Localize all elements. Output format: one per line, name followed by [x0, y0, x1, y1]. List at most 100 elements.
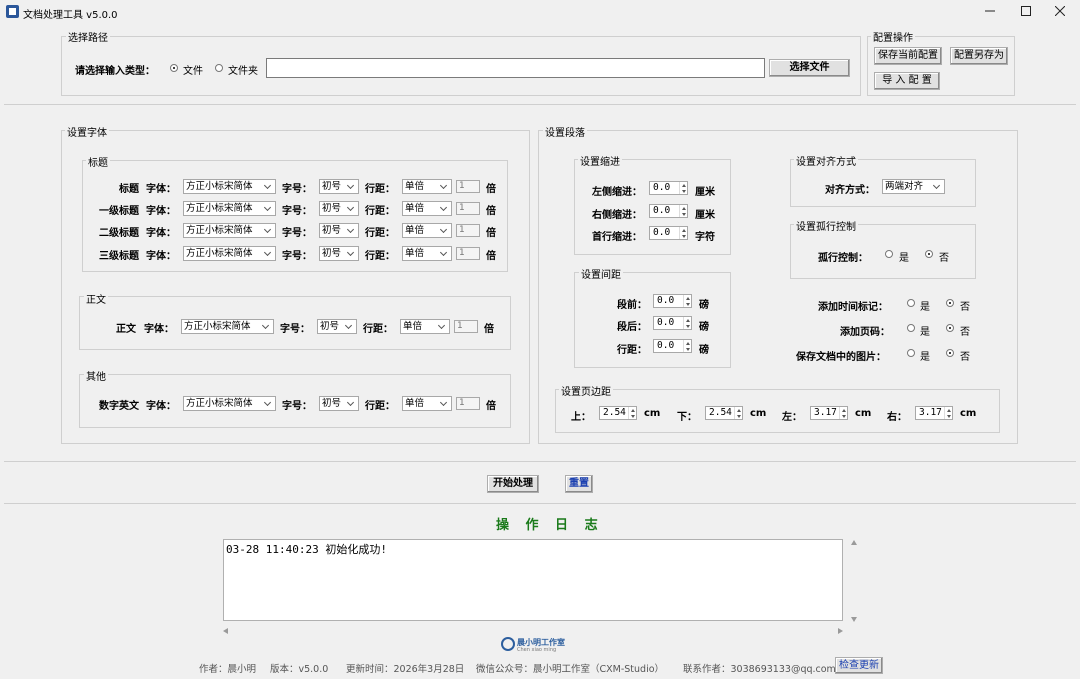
size-select[interactable]: 初号: [319, 179, 359, 194]
font-select[interactable]: 方正小标宋简体: [183, 179, 276, 194]
page-number-yes-radio[interactable]: [907, 324, 915, 332]
margin-input[interactable]: 3.17: [915, 406, 953, 420]
spin-arrows-icon[interactable]: [683, 295, 691, 307]
align-label: 对齐方式：: [825, 185, 875, 196]
left-indent-value: 0.0: [653, 182, 671, 193]
orphan-yes-radio[interactable]: [885, 250, 893, 258]
margin-input[interactable]: 2.54: [599, 406, 637, 420]
timestamp-yes-label: 是: [920, 302, 930, 313]
margin-unit: cm: [855, 408, 872, 419]
line-spacing-select[interactable]: 单倍: [402, 223, 452, 238]
line-spacing-select-value: 单倍: [405, 181, 425, 192]
first-indent-unit: 字符: [695, 232, 715, 243]
font-select[interactable]: 方正小标宋简体: [183, 246, 276, 261]
font-select[interactable]: 方正小标宋简体: [183, 223, 276, 238]
spin-arrows-icon[interactable]: [679, 205, 687, 217]
font-select[interactable]: 方正小标宋简体: [183, 201, 276, 216]
save-config-button[interactable]: 保存当前配置: [874, 47, 942, 65]
path-input[interactable]: [266, 58, 765, 78]
radio-file[interactable]: [170, 64, 178, 72]
line-spacing-select[interactable]: 单倍: [402, 179, 452, 194]
window-title: 文档处理工具 v5.0.0: [23, 10, 118, 21]
multiplier-input[interactable]: 1: [456, 202, 480, 215]
radio-folder[interactable]: [215, 64, 223, 72]
space-before-input[interactable]: 0.0: [653, 294, 692, 308]
multiplier-input[interactable]: 1: [456, 247, 480, 260]
timestamp-no-radio[interactable]: [946, 299, 954, 307]
right-indent-input[interactable]: 0.0: [649, 204, 688, 218]
margin-unit: cm: [750, 408, 767, 419]
spin-arrows-icon[interactable]: [679, 227, 687, 239]
line-spacing-input[interactable]: 0.0: [653, 339, 692, 353]
close-button[interactable]: [1040, 0, 1080, 22]
first-indent-input[interactable]: 0.0: [649, 226, 688, 240]
timestamp-label: 添加时间标记：: [818, 302, 888, 313]
config-group-label: 配置操作: [871, 29, 915, 44]
first-indent-value: 0.0: [653, 227, 671, 238]
chevron-down-icon: [263, 203, 273, 214]
orphan-no-radio[interactable]: [925, 250, 933, 258]
spin-arrows-icon[interactable]: [734, 407, 742, 419]
divider: [4, 461, 1076, 462]
spin-arrows-icon[interactable]: [683, 340, 691, 352]
select-file-button[interactable]: 选择文件: [769, 59, 850, 77]
spin-arrows-icon[interactable]: [628, 407, 636, 419]
log-horizontal-scrollbar[interactable]: [221, 626, 845, 636]
multiplier-unit: 倍: [486, 228, 496, 239]
chevron-down-icon: [263, 181, 273, 192]
chevron-down-icon: [439, 181, 449, 192]
import-config-button[interactable]: 导 入 配 置: [874, 72, 940, 90]
page-number-label: 添加页码：: [840, 327, 890, 338]
log-textarea[interactable]: 03-28 11:40:23 初始化成功!: [223, 539, 843, 621]
start-button[interactable]: 开始处理: [487, 475, 539, 493]
space-after-unit: 磅: [699, 322, 709, 333]
size-label: 字号：: [282, 206, 312, 217]
line-spacing-select[interactable]: 单倍: [402, 246, 452, 261]
radio-folder-label: 文件夹: [228, 66, 258, 77]
chevron-down-icon: [263, 248, 273, 259]
minimize-button[interactable]: [970, 0, 1010, 22]
left-indent-input[interactable]: 0.0: [649, 181, 688, 195]
save-images-no-radio[interactable]: [946, 349, 954, 357]
save-images-yes-radio[interactable]: [907, 349, 915, 357]
size-select[interactable]: 初号: [319, 246, 359, 261]
font-row-name: 标题: [119, 184, 139, 195]
size-select[interactable]: 初号: [319, 223, 359, 238]
multiplier-input[interactable]: 1: [456, 180, 480, 193]
align-select[interactable]: 两端对齐: [882, 179, 945, 194]
save-config-as-button[interactable]: 配置另存为: [950, 47, 1008, 65]
multiplier-input[interactable]: 1: [456, 224, 480, 237]
space-before-unit: 磅: [699, 300, 709, 311]
check-update-button[interactable]: 检查更新: [835, 657, 883, 674]
body-group-label: 正文: [84, 291, 108, 306]
font-label: 字体：: [146, 206, 176, 217]
page-number-no-radio[interactable]: [946, 324, 954, 332]
margin-input[interactable]: 3.17: [810, 406, 848, 420]
reset-button[interactable]: 重置: [565, 475, 593, 493]
chevron-down-icon: [346, 181, 356, 192]
margin-unit: cm: [644, 408, 661, 419]
space-after-label: 段后：: [617, 322, 647, 333]
maximize-icon: [1021, 6, 1031, 16]
timestamp-yes-radio[interactable]: [907, 299, 915, 307]
margin-value: 3.17: [814, 407, 837, 418]
spin-arrows-icon[interactable]: [679, 182, 687, 194]
save-images-no-label: 否: [960, 352, 970, 363]
margin-input[interactable]: 2.54: [705, 406, 743, 420]
multiplier-unit: 倍: [486, 206, 496, 217]
studio-logo-icon: [501, 637, 515, 651]
space-after-input[interactable]: 0.0: [653, 316, 692, 330]
font-select-value: 方正小标宋简体: [186, 225, 253, 236]
spin-arrows-icon[interactable]: [683, 317, 691, 329]
line-spacing-select-value: 单倍: [405, 248, 425, 259]
line-spacing-select[interactable]: 单倍: [402, 201, 452, 216]
log-vertical-scrollbar[interactable]: [849, 538, 859, 624]
font-label: 字体：: [146, 251, 176, 262]
footer-version: 版本：v5.0.0: [270, 664, 329, 675]
size-select[interactable]: 初号: [319, 201, 359, 216]
spin-arrows-icon[interactable]: [944, 407, 952, 419]
spin-arrows-icon[interactable]: [839, 407, 847, 419]
footer-updated: 更新时间：2026年3月28日: [346, 664, 465, 675]
size-select-value: 初号: [322, 225, 342, 236]
paragraph-group-label: 设置段落: [543, 124, 587, 139]
